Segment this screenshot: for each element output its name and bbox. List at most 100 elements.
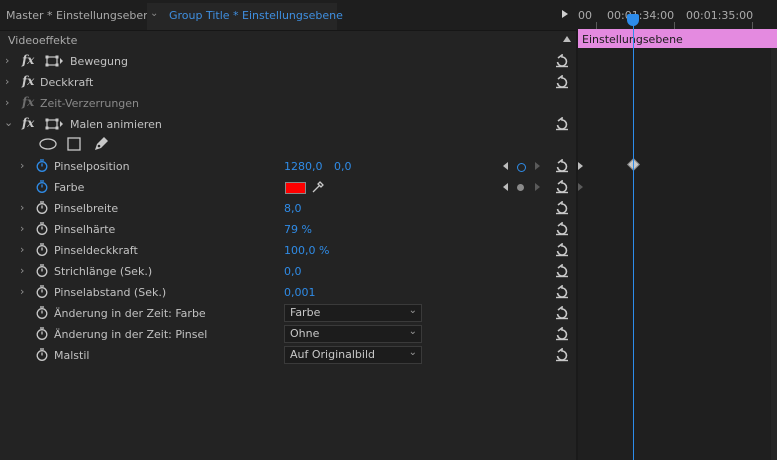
previous-keyframe-icon[interactable] [503, 162, 508, 170]
collapse-up-icon[interactable] [563, 36, 571, 42]
position-y-value[interactable]: 0,0 [334, 160, 352, 173]
property-label: Farbe [54, 181, 85, 194]
property-label: Änderung in der Zeit: Pinsel [54, 328, 208, 341]
stopwatch-icon[interactable] [36, 285, 48, 298]
fx-icon[interactable]: fx [22, 116, 34, 130]
property-label: Pinselposition [54, 160, 130, 173]
property-value[interactable]: 79 % [284, 223, 312, 236]
property-row-pinselabstand[interactable]: › Pinselabstand (Sek.) 0,001 [0, 282, 576, 303]
stopwatch-icon[interactable] [36, 348, 48, 361]
effect-row-zeitverzerrungen[interactable]: › fx Zeit-Verzerrungen [0, 93, 576, 114]
timeline-scrollbar[interactable] [771, 48, 777, 460]
property-row-aenderung-farbe[interactable]: Änderung in der Zeit: Farbe Farbe ⌄ [0, 303, 576, 324]
chevron-right-icon[interactable]: › [20, 285, 24, 298]
stopwatch-active-icon[interactable] [36, 159, 48, 172]
property-row-pinselposition[interactable]: › Pinselposition 1280,0 0,0 [0, 156, 576, 177]
effect-row-bewegung[interactable]: › fx Bewegung [0, 51, 576, 72]
add-keyframe-icon[interactable] [517, 163, 526, 172]
chevron-down-icon: ⌄ [408, 326, 417, 337]
paint-style-select[interactable]: Auf Originalbild ⌄ [284, 346, 422, 364]
chevron-right-icon[interactable]: › [5, 75, 9, 88]
color-change-select[interactable]: Farbe ⌄ [284, 304, 422, 322]
color-swatch[interactable] [285, 182, 306, 194]
chevron-right-icon[interactable]: › [20, 264, 24, 277]
reset-icon[interactable] [555, 201, 569, 215]
reset-icon[interactable] [555, 54, 569, 68]
effect-row-deckkraft[interactable]: › fx Deckkraft [0, 72, 576, 93]
next-keyframe-icon[interactable] [535, 183, 540, 191]
reset-icon[interactable] [555, 243, 569, 257]
rectangle-mask-icon[interactable] [67, 137, 81, 151]
tab-group-title[interactable]: Group Title * Einstellungsebene [169, 9, 343, 22]
fx-icon[interactable]: fx [22, 53, 34, 67]
chevron-right-icon[interactable]: › [5, 96, 9, 109]
playhead-handle[interactable] [627, 14, 639, 26]
fx-icon[interactable]: fx [22, 74, 34, 88]
tab-master-clip[interactable]: Master * Einstellungsebene [6, 9, 157, 22]
reset-icon[interactable] [555, 348, 569, 362]
chevron-right-icon[interactable]: › [20, 159, 24, 172]
property-label: Pinselabstand (Sek.) [54, 286, 167, 299]
property-value[interactable]: 100,0 % [284, 244, 329, 257]
effect-name: Deckkraft [40, 76, 94, 89]
ellipse-mask-icon[interactable] [39, 138, 57, 150]
reset-icon[interactable] [555, 75, 569, 89]
stopwatch-icon[interactable] [36, 306, 48, 319]
chevron-right-icon[interactable]: › [20, 201, 24, 214]
reset-icon[interactable] [555, 180, 569, 194]
stopwatch-active-icon[interactable] [36, 180, 48, 193]
chevron-right-icon[interactable]: › [5, 54, 9, 67]
pen-mask-icon[interactable] [93, 136, 109, 152]
stopwatch-icon[interactable] [36, 264, 48, 277]
property-label: Pinselbreite [54, 202, 119, 215]
chevron-right-icon[interactable]: › [20, 243, 24, 256]
property-row-aenderung-pinsel[interactable]: Änderung in der Zeit: Pinsel Ohne ⌄ [0, 324, 576, 345]
property-value[interactable]: 0,001 [284, 286, 316, 299]
property-label: Strichlänge (Sek.) [54, 265, 153, 278]
playhead-line[interactable] [633, 24, 634, 460]
position-x-value[interactable]: 1280,0 [284, 160, 323, 173]
timeline-track[interactable] [578, 48, 777, 460]
reset-icon[interactable] [555, 306, 569, 320]
fx-icon: fx [22, 95, 35, 109]
reset-icon[interactable] [555, 117, 569, 131]
property-label: Pinselhärte [54, 223, 116, 236]
property-label: Malstil [54, 349, 90, 362]
property-value[interactable]: 8,0 [284, 202, 302, 215]
property-row-pinselbreite[interactable]: › Pinselbreite 8,0 [0, 198, 576, 219]
property-value[interactable]: 0,0 [284, 265, 302, 278]
eyedropper-icon[interactable] [311, 180, 325, 194]
property-row-malstil[interactable]: Malstil Auf Originalbild ⌄ [0, 345, 576, 366]
effect-row-malen-animieren[interactable]: ⌄ fx Malen animieren [0, 114, 576, 135]
stopwatch-icon[interactable] [36, 201, 48, 214]
property-row-farbe[interactable]: Farbe [0, 177, 576, 198]
effect-name: Malen animieren [70, 118, 162, 131]
next-keyframe-icon[interactable] [535, 162, 540, 170]
brush-change-select[interactable]: Ohne ⌄ [284, 325, 422, 343]
timeline-keyframe-arrow-icon [578, 162, 583, 170]
timecode-start: 00 [578, 9, 592, 22]
reset-icon[interactable] [555, 159, 569, 173]
chevron-down-icon[interactable]: ⌄ [150, 8, 158, 19]
transform-icon[interactable] [45, 55, 63, 67]
reset-icon[interactable] [555, 264, 569, 278]
property-row-pinselhaerte[interactable]: › Pinselhärte 79 % [0, 219, 576, 240]
play-icon[interactable] [562, 10, 568, 18]
chevron-down-icon: ⌄ [408, 347, 417, 358]
stopwatch-icon[interactable] [36, 243, 48, 256]
stopwatch-icon[interactable] [36, 327, 48, 340]
add-keyframe-icon[interactable] [517, 184, 524, 191]
transform-icon[interactable] [45, 118, 63, 130]
panel-divider[interactable] [576, 30, 578, 460]
reset-icon[interactable] [555, 327, 569, 341]
reset-icon[interactable] [555, 222, 569, 236]
property-row-strichlaenge[interactable]: › Strichlänge (Sek.) 0,0 [0, 261, 576, 282]
chevron-right-icon[interactable]: › [20, 222, 24, 235]
stopwatch-icon[interactable] [36, 222, 48, 235]
property-label: Änderung in der Zeit: Farbe [54, 307, 206, 320]
property-label: Pinseldeckkraft [54, 244, 138, 257]
reset-icon[interactable] [555, 285, 569, 299]
previous-keyframe-icon[interactable] [503, 183, 508, 191]
property-row-pinseldeckkraft[interactable]: › Pinseldeckkraft 100,0 % [0, 240, 576, 261]
chevron-down-icon[interactable]: ⌄ [4, 116, 13, 129]
